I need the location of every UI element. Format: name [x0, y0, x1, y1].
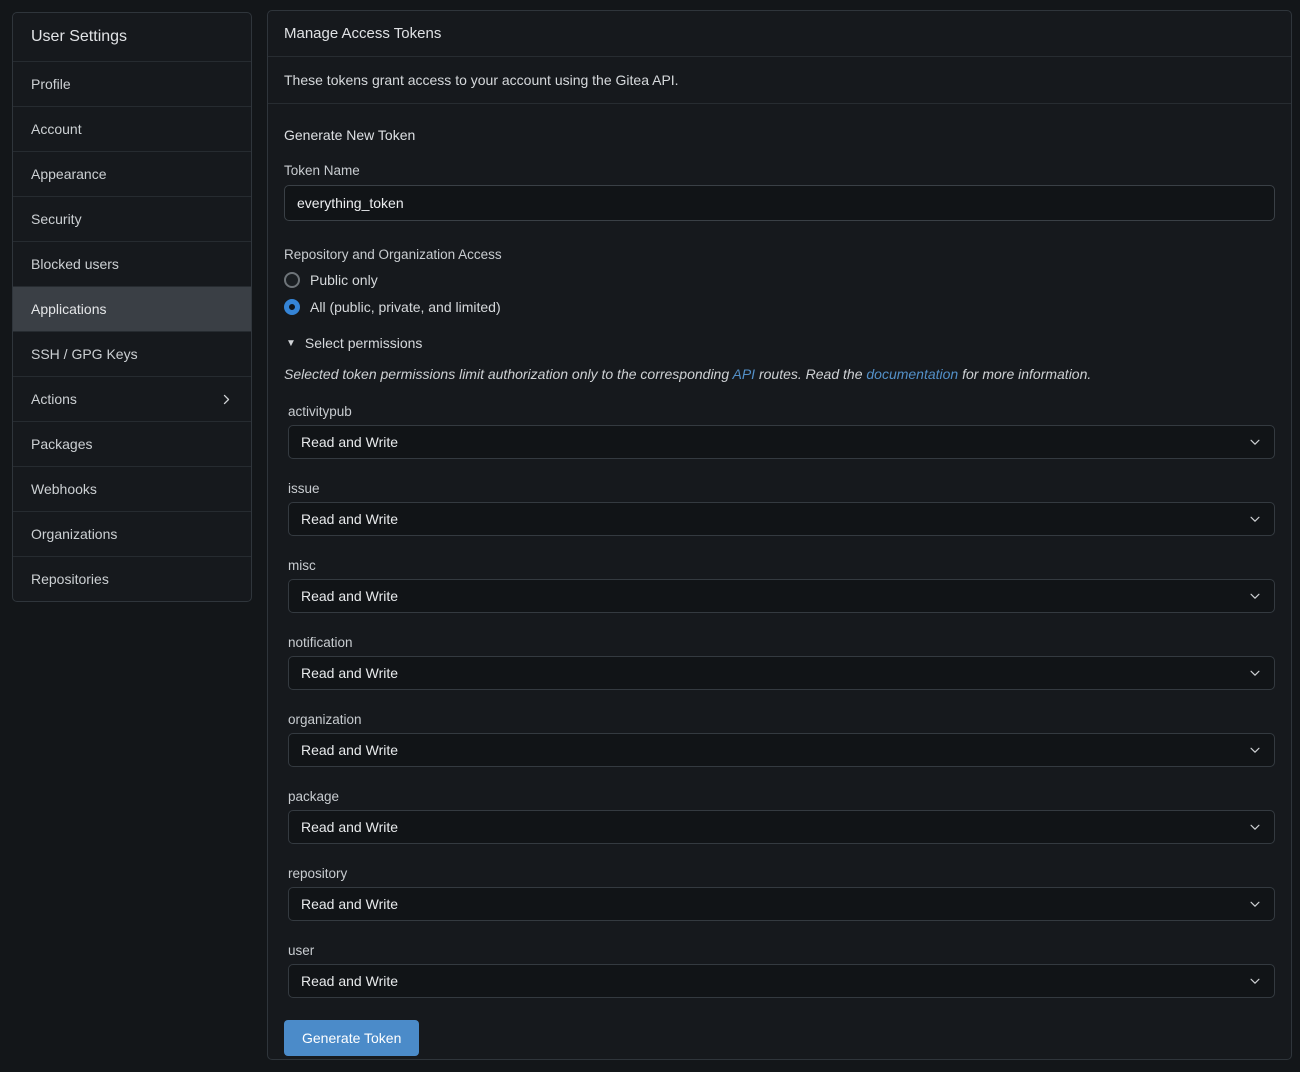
sidebar-item-label: Packages — [31, 436, 92, 452]
sidebar-item-repositories[interactable]: Repositories — [13, 556, 251, 601]
chevron-down-icon — [1248, 820, 1262, 834]
permission-user-label: user — [288, 943, 1275, 958]
permission-notification-select[interactable]: Read and Write — [288, 656, 1275, 690]
select-permissions-toggle[interactable]: ▼ Select permissions — [286, 335, 1275, 351]
token-name-input[interactable] — [284, 185, 1275, 221]
select-value: Read and Write — [301, 742, 398, 758]
select-value: Read and Write — [301, 588, 398, 604]
settings-sidebar: User Settings Profile Account Appearance… — [12, 12, 252, 602]
token-name-label: Token Name — [284, 163, 1275, 178]
sidebar-title: User Settings — [13, 13, 251, 61]
radio-all-access-label: All (public, private, and limited) — [310, 299, 501, 315]
permission-user-select[interactable]: Read and Write — [288, 964, 1275, 998]
select-value: Read and Write — [301, 973, 398, 989]
permission-organization-select[interactable]: Read and Write — [288, 733, 1275, 767]
sidebar-item-label: Profile — [31, 76, 71, 92]
generate-new-token-heading: Generate New Token — [284, 127, 1275, 143]
permission-activitypub-label: activitypub — [288, 404, 1275, 419]
chevron-down-icon — [1248, 589, 1262, 603]
sidebar-item-label: Actions — [31, 391, 77, 407]
sidebar-item-label: Blocked users — [31, 256, 119, 272]
sidebar-item-packages[interactable]: Packages — [13, 421, 251, 466]
sidebar-item-actions[interactable]: Actions — [13, 376, 251, 421]
chevron-down-icon — [1248, 435, 1262, 449]
sidebar-item-label: SSH / GPG Keys — [31, 346, 138, 362]
select-value: Read and Write — [301, 665, 398, 681]
generate-token-form: Generate New Token Token Name Repository… — [268, 104, 1291, 1072]
documentation-link[interactable]: documentation — [866, 366, 958, 382]
sidebar-item-appearance[interactable]: Appearance — [13, 151, 251, 196]
permission-notification-label: notification — [288, 635, 1275, 650]
chevron-down-icon — [1248, 974, 1262, 988]
permission-repository-label: repository — [288, 866, 1275, 881]
radio-checked-icon — [284, 299, 300, 315]
chevron-down-icon — [1248, 666, 1262, 680]
note-text: Selected token permissions limit authori… — [284, 366, 733, 382]
note-text: for more information. — [958, 366, 1091, 382]
repo-org-access-label: Repository and Organization Access — [284, 247, 1275, 262]
permission-issue-label: issue — [288, 481, 1275, 496]
sidebar-item-label: Applications — [31, 301, 107, 317]
select-permissions-label: Select permissions — [305, 335, 423, 351]
caret-down-icon: ▼ — [286, 338, 296, 349]
permissions-note: Selected token permissions limit authori… — [284, 366, 1275, 382]
sidebar-item-security[interactable]: Security — [13, 196, 251, 241]
permission-activitypub-select[interactable]: Read and Write — [288, 425, 1275, 459]
select-value: Read and Write — [301, 819, 398, 835]
sidebar-item-ssh-gpg-keys[interactable]: SSH / GPG Keys — [13, 331, 251, 376]
sidebar-item-label: Security — [31, 211, 82, 227]
note-text: routes. Read the — [755, 366, 866, 382]
sidebar-item-webhooks[interactable]: Webhooks — [13, 466, 251, 511]
chevron-down-icon — [1248, 512, 1262, 526]
chevron-down-icon — [1248, 743, 1262, 757]
radio-unchecked-icon — [284, 272, 300, 288]
permission-misc-select[interactable]: Read and Write — [288, 579, 1275, 613]
select-value: Read and Write — [301, 896, 398, 912]
radio-public-only[interactable]: Public only — [284, 272, 1275, 288]
manage-access-tokens-panel: Manage Access Tokens These tokens grant … — [267, 10, 1292, 1060]
sidebar-item-label: Organizations — [31, 526, 117, 542]
permission-issue-select[interactable]: Read and Write — [288, 502, 1275, 536]
permission-repository-select[interactable]: Read and Write — [288, 887, 1275, 921]
generate-token-button[interactable]: Generate Token — [284, 1020, 419, 1056]
chevron-down-icon — [1248, 897, 1262, 911]
radio-all-access[interactable]: All (public, private, and limited) — [284, 299, 1275, 315]
sidebar-item-label: Webhooks — [31, 481, 97, 497]
sidebar-item-label: Repositories — [31, 571, 109, 587]
api-link[interactable]: API — [733, 366, 756, 382]
chevron-right-icon — [220, 393, 233, 406]
sidebar-item-applications[interactable]: Applications — [13, 286, 251, 331]
permission-misc-label: misc — [288, 558, 1275, 573]
sidebar-item-blocked-users[interactable]: Blocked users — [13, 241, 251, 286]
sidebar-item-organizations[interactable]: Organizations — [13, 511, 251, 556]
permission-groups: activitypub Read and Write issue Read an… — [284, 404, 1275, 998]
sidebar-item-label: Account — [31, 121, 82, 137]
sidebar-item-account[interactable]: Account — [13, 106, 251, 151]
select-value: Read and Write — [301, 511, 398, 527]
permission-package-label: package — [288, 789, 1275, 804]
tokens-description: These tokens grant access to your accoun… — [268, 57, 1291, 104]
radio-public-only-label: Public only — [310, 272, 378, 288]
permission-organization-label: organization — [288, 712, 1275, 727]
sidebar-item-label: Appearance — [31, 166, 107, 182]
page-title: Manage Access Tokens — [268, 11, 1291, 57]
sidebar-item-profile[interactable]: Profile — [13, 61, 251, 106]
permission-package-select[interactable]: Read and Write — [288, 810, 1275, 844]
select-value: Read and Write — [301, 434, 398, 450]
